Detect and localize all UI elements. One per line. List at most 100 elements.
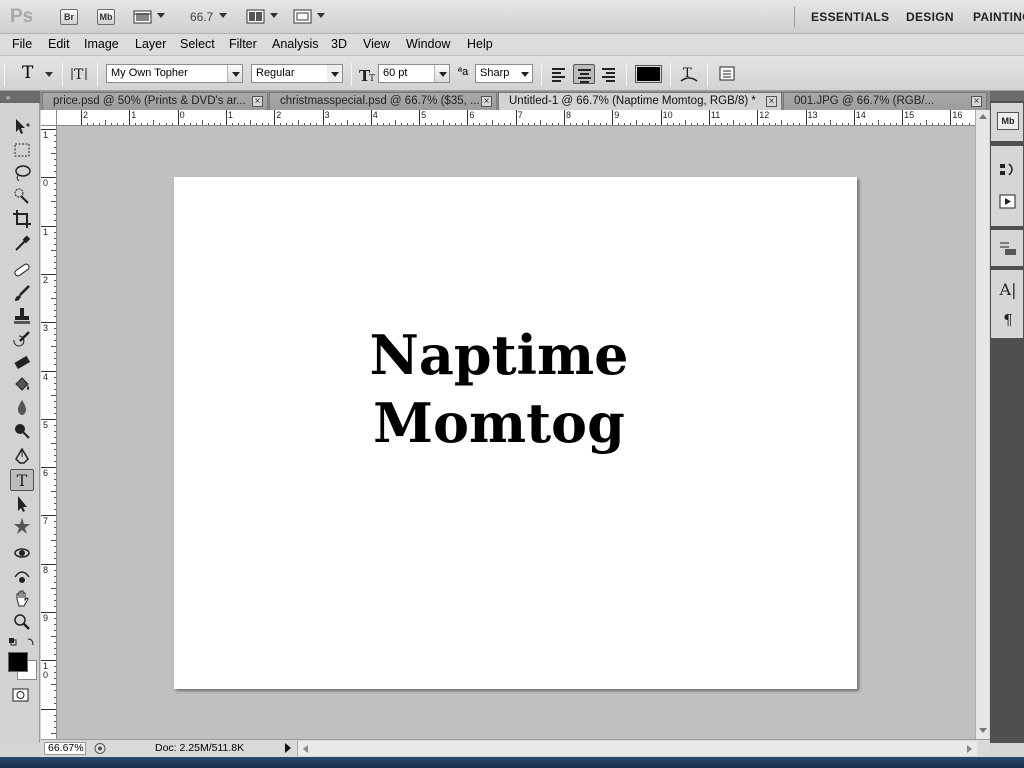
character-paragraph-panel-icon[interactable] — [719, 65, 737, 83]
marquee-tool-icon[interactable] — [10, 139, 34, 161]
healing-brush-tool-icon[interactable] — [10, 259, 34, 281]
screen-mode-icon[interactable] — [293, 9, 313, 25]
menu-analysis[interactable]: Analysis — [272, 37, 319, 51]
mini-bridge-button[interactable]: Mb — [97, 9, 115, 25]
scroll-up-icon[interactable] — [979, 114, 987, 119]
warp-text-icon[interactable]: T — [679, 64, 699, 84]
zoom-dropdown-icon[interactable] — [219, 13, 227, 18]
horizontal-scrollbar[interactable] — [297, 741, 977, 756]
font-style-select[interactable]: Regular — [251, 64, 343, 83]
path-selection-tool-icon[interactable] — [10, 493, 34, 515]
menu-view[interactable]: View — [363, 37, 390, 51]
close-icon[interactable]: × — [252, 96, 263, 107]
tab-001-jpg[interactable]: 001.JPG @ 66.7% (RGB/... × — [783, 92, 987, 110]
chevron-down-icon[interactable] — [434, 65, 449, 82]
dock-group-minibridge: Mb — [991, 103, 1023, 141]
arrange-dropdown-icon[interactable] — [270, 13, 278, 18]
tools-panel-header[interactable]: » — [0, 91, 40, 103]
document-canvas[interactable]: Naptime Momtog — [174, 177, 857, 689]
quick-mask-icon[interactable] — [12, 688, 30, 702]
scroll-down-icon[interactable] — [979, 728, 987, 733]
paragraph-panel-icon[interactable]: ¶ — [997, 310, 1019, 330]
font-size-field[interactable]: 60 pt — [378, 64, 450, 83]
view-extras-icon[interactable] — [133, 9, 153, 25]
close-icon[interactable]: × — [481, 96, 492, 107]
eraser-tool-icon[interactable] — [10, 351, 34, 373]
quick-selection-tool-icon[interactable] — [10, 185, 34, 207]
move-tool-icon[interactable] — [10, 115, 34, 137]
close-icon[interactable]: × — [766, 96, 777, 107]
ruler-origin[interactable] — [41, 110, 57, 126]
type-tool-icon[interactable]: T — [10, 469, 34, 491]
ruler-major-tick — [129, 110, 131, 125]
status-info-icon[interactable] — [93, 742, 107, 755]
character-panel-icon[interactable]: A| — [997, 280, 1019, 300]
tool-preset-dropdown-icon[interactable] — [45, 72, 53, 77]
paint-bucket-tool-icon[interactable] — [10, 374, 34, 396]
menu-file[interactable]: File — [12, 37, 32, 51]
tab-christmasspecial[interactable]: christmasspecial.psd @ 66.7% ($35, ... × — [269, 92, 497, 110]
mini-bridge-panel-icon[interactable]: Mb — [997, 112, 1019, 130]
3d-orbit-tool-icon[interactable] — [10, 565, 34, 587]
anti-alias-value: Sharp — [480, 67, 510, 79]
hand-tool-icon[interactable] — [10, 588, 34, 610]
horizontal-ruler[interactable]: 2 1 0 1 2 3 4 5 6 7 8 9 10 11 12 13 14 15 16 — [57, 110, 975, 126]
status-zoom-field[interactable]: 66.67% — [44, 742, 86, 755]
menu-window[interactable]: Window — [406, 37, 450, 51]
actions-panel-icon[interactable] — [997, 192, 1019, 212]
type-tool-preset-icon[interactable]: T — [22, 63, 33, 83]
view-extras-dropdown-icon[interactable] — [157, 13, 165, 18]
canvas-text-layer[interactable]: Naptime Momtog — [174, 321, 824, 457]
workspace-essentials[interactable]: ESSENTIALS — [811, 10, 889, 24]
toggle-text-orientation-icon[interactable]: T — [71, 65, 91, 83]
lasso-tool-icon[interactable] — [10, 162, 34, 184]
menu-filter[interactable]: Filter — [229, 37, 257, 51]
dodge-tool-icon[interactable] — [10, 420, 34, 442]
canvas-area[interactable]: Naptime Momtog — [57, 126, 975, 739]
align-center-button[interactable] — [573, 64, 595, 84]
swap-colors-icon[interactable] — [8, 637, 36, 649]
menu-image[interactable]: Image — [84, 37, 119, 51]
menu-help[interactable]: Help — [467, 37, 493, 51]
workspace-design[interactable]: DESIGN — [906, 10, 954, 24]
eyedropper-tool-icon[interactable] — [10, 232, 34, 254]
menu-edit[interactable]: Edit — [48, 37, 70, 51]
vertical-ruler[interactable]: 1012345678910 — [41, 126, 57, 739]
bridge-button[interactable]: Br — [60, 9, 78, 25]
crop-tool-icon[interactable] — [10, 208, 34, 230]
close-icon[interactable]: × — [971, 96, 982, 107]
foreground-color-swatch[interactable] — [8, 652, 28, 672]
scroll-left-icon[interactable] — [303, 745, 308, 753]
tab-price[interactable]: price.psd @ 50% (Prints & DVD's ar... × — [42, 92, 268, 110]
zoom-level[interactable]: 66.7 — [190, 10, 213, 24]
shape-tool-icon[interactable] — [10, 516, 34, 538]
vertical-scrollbar[interactable] — [975, 110, 989, 739]
scroll-right-icon[interactable] — [967, 745, 972, 753]
anti-alias-select[interactable]: Sharp — [475, 64, 533, 83]
text-color-swatch[interactable] — [635, 65, 662, 83]
tab-untitled-1[interactable]: Untitled-1 @ 66.7% (Naptime Momtog, RGB/… — [498, 92, 782, 110]
font-family-select[interactable]: My Own Topher — [106, 64, 243, 83]
arrange-documents-icon[interactable] — [246, 9, 266, 25]
pen-tool-icon[interactable] — [10, 446, 34, 468]
menu-layer[interactable]: Layer — [135, 37, 166, 51]
status-menu-arrow-icon[interactable] — [285, 743, 291, 753]
brush-tool-icon[interactable] — [10, 282, 34, 304]
clone-stamp-tool-icon[interactable] — [10, 305, 34, 327]
layer-comps-panel-icon[interactable] — [997, 238, 1019, 258]
zoom-tool-icon[interactable] — [10, 611, 34, 633]
chevron-down-icon[interactable] — [327, 65, 342, 82]
chevron-down-icon[interactable] — [517, 65, 532, 82]
chevron-down-icon[interactable] — [227, 65, 242, 82]
history-panel-icon[interactable] — [997, 160, 1019, 180]
blur-tool-icon[interactable] — [10, 397, 34, 419]
menu-3d[interactable]: 3D — [331, 37, 347, 51]
3d-rotate-tool-icon[interactable] — [10, 542, 34, 564]
history-brush-tool-icon[interactable] — [10, 328, 34, 350]
workspace-painting[interactable]: PAINTING — [973, 10, 1024, 24]
align-right-button[interactable] — [598, 64, 620, 84]
dock-header[interactable] — [990, 91, 1024, 101]
screen-mode-dropdown-icon[interactable] — [317, 13, 325, 18]
align-left-button[interactable] — [548, 64, 570, 84]
menu-select[interactable]: Select — [180, 37, 215, 51]
